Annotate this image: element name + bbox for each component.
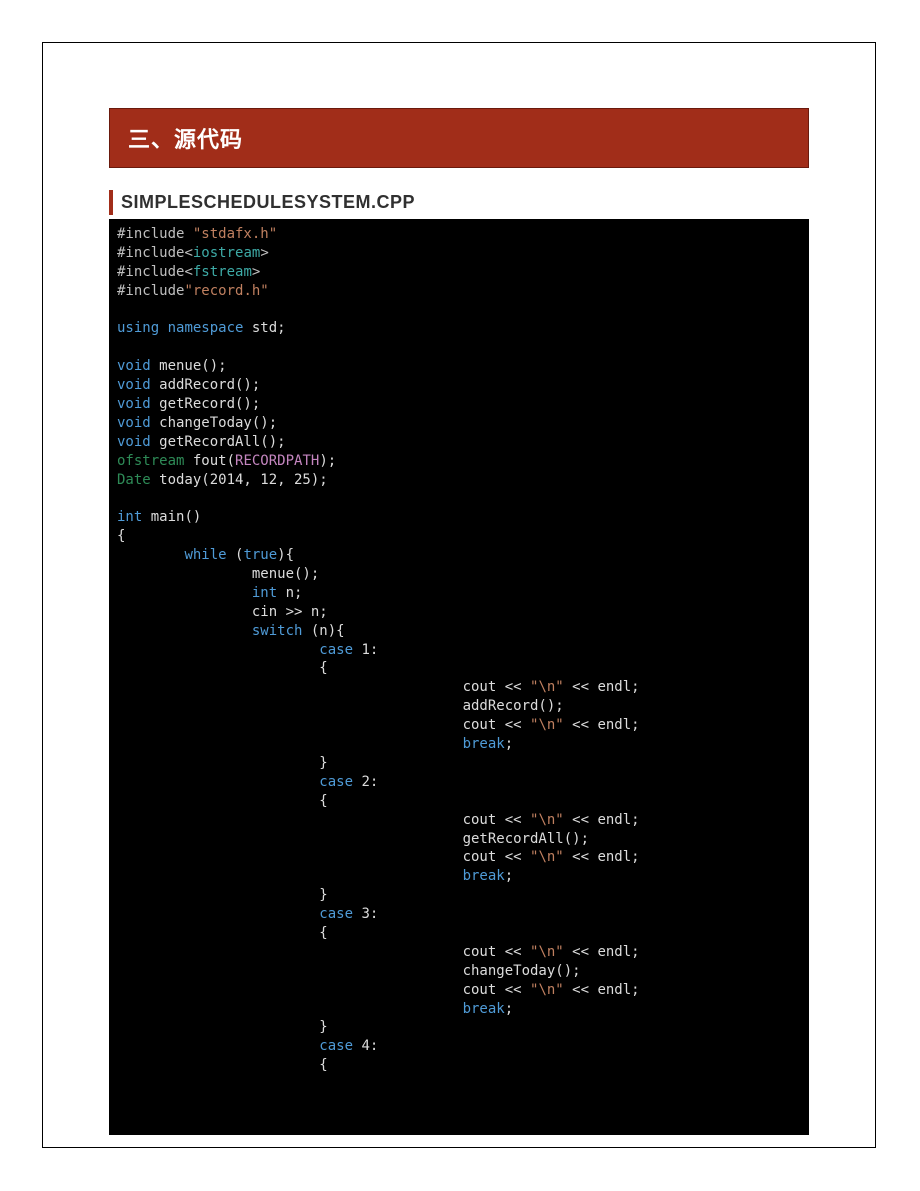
code-block: #include "stdafx.h" #include<iostream> #… [109, 219, 809, 1135]
file-title: SIMPLESCHEDULESYSTEM.CPP [109, 190, 809, 215]
page-content: 三、源代码 SIMPLESCHEDULESYSTEM.CPP #include … [109, 108, 809, 1135]
section-title-banner: 三、源代码 [109, 108, 809, 168]
